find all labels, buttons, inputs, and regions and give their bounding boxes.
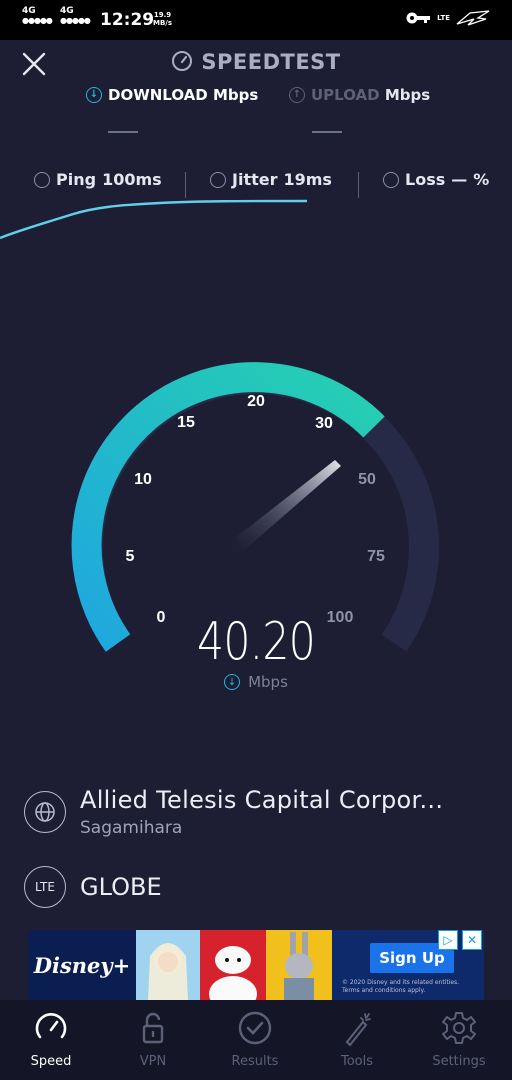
nav-item-speed[interactable]: Speed — [0, 1000, 102, 1080]
speed-icon — [35, 1013, 67, 1039]
lte-badge-text: LTE — [35, 880, 55, 894]
signal-indicator-2: 4G ●●●●● — [60, 6, 91, 26]
check-icon — [238, 1011, 272, 1045]
gauge-needle — [235, 460, 341, 552]
download-unit: Mbps — [212, 86, 259, 104]
speedometer-icon — [172, 51, 193, 71]
gear-icon — [442, 1012, 476, 1044]
jitter-icon — [210, 171, 226, 188]
adchoices-icon[interactable]: ▷ — [438, 930, 458, 950]
gauge-tick-label: 30 — [315, 415, 333, 432]
download-value-placeholder — [108, 131, 138, 133]
gauge-tick-label: 50 — [358, 471, 376, 488]
globe-icon[interactable] — [24, 791, 66, 833]
network-speed: 19.9 MB/s — [153, 11, 172, 27]
upload-label: UPLOAD — [311, 86, 380, 104]
signal-dots-icon: ●●●●● — [22, 16, 53, 25]
rog-logo-icon — [456, 10, 490, 26]
server-provider[interactable]: Allied Telesis Capital Corpor... — [80, 786, 443, 814]
download-arrow-icon: ↓ — [224, 674, 241, 690]
jitter-label: Jitter — [232, 170, 278, 189]
gauge-tick-label: 75 — [367, 548, 385, 565]
disney-plus-logo: Disney+ — [28, 930, 136, 1000]
network-speed-value: 19.9 — [153, 11, 172, 19]
nav-item-label: Results — [231, 1054, 279, 1069]
speed-unit: ↓ Mbps — [0, 673, 512, 691]
gauge-tick-label: 5 — [126, 548, 135, 565]
ad-close-icon[interactable]: ✕ — [462, 930, 482, 950]
ping-value: 100ms — [102, 170, 162, 189]
ad-fine-print: © 2020 Disney and its related entities. … — [342, 979, 459, 995]
lte-indicator: LTE — [437, 14, 450, 22]
loss-icon — [383, 171, 399, 188]
signal-dots-icon: ●●●●● — [60, 16, 91, 25]
status-icons: LTE — [405, 10, 490, 26]
nav-item-vpn[interactable]: VPN — [102, 1000, 204, 1080]
clock: 12:29 — [100, 10, 155, 30]
wand-icon — [345, 1013, 371, 1046]
ad-character-image — [136, 930, 200, 1000]
lte-badge-icon: LTE — [24, 866, 66, 908]
carrier-name: GLOBE — [80, 873, 162, 901]
ping-icon — [34, 171, 50, 188]
ad-fine-print-line: © 2020 Disney and its related entities. — [342, 979, 460, 986]
nav-item-results[interactable]: Results — [204, 1000, 306, 1080]
nav-item-label: Speed — [30, 1054, 72, 1069]
upload-header: ↑ UPLOAD Mbps — [289, 86, 430, 104]
bottom-navigation: Speed VPN Results Tools Settings — [0, 1000, 512, 1080]
ad-character-image — [266, 930, 332, 1000]
upload-unit: Mbps — [384, 86, 431, 104]
jitter-stat: Jitter 19ms — [210, 170, 332, 189]
gauge-tick-label: 10 — [134, 471, 152, 488]
speed-graph — [0, 199, 308, 240]
loss-label: Loss — [405, 170, 446, 189]
ping-stat: Ping 100ms — [34, 170, 162, 189]
nav-item-label: Settings — [432, 1054, 486, 1069]
ad-character-image — [200, 930, 266, 1000]
nav-item-tools[interactable]: Tools — [306, 1000, 408, 1080]
app-title-text: SPEEDTEST — [201, 50, 341, 74]
upload-value-placeholder — [312, 131, 342, 133]
gauge-tick-label: 15 — [177, 414, 195, 431]
network-type-1: 4G — [22, 6, 36, 16]
server-location: Sagamihara — [80, 818, 183, 838]
ad-banner[interactable]: Disney+ Sign Up © 2020 Disney and its re… — [28, 930, 484, 1000]
speed-unit-label: Mbps — [248, 673, 288, 691]
download-label: DOWNLOAD — [108, 86, 208, 104]
signal-indicator-1: 4G ●●●●● — [22, 6, 53, 26]
network-speed-unit: MB/s — [153, 19, 173, 27]
latency-stats: Ping 100ms Jitter 19ms Loss — % — [0, 170, 512, 198]
gauge-tick-label: 20 — [247, 393, 265, 410]
lock-icon — [142, 1012, 164, 1044]
speed-reading: 40.20 — [197, 612, 316, 672]
download-header: ↓ DOWNLOAD Mbps — [86, 86, 258, 104]
upload-arrow-icon: ↑ — [289, 87, 305, 103]
loss-unit: % — [473, 170, 490, 189]
nav-item-label: VPN — [139, 1054, 167, 1069]
speed-graph-line — [0, 199, 308, 240]
key-icon — [406, 12, 431, 24]
jitter-value: 19ms — [283, 170, 332, 189]
download-arrow-icon: ↓ — [86, 87, 102, 103]
loss-value: — — [451, 170, 468, 189]
status-bar: 4G ●●●●● 4G ●●●●● 12:29 19.9 MB/s LTE — [0, 0, 512, 40]
loss-stat: Loss — % — [383, 170, 489, 189]
app-title: SPEEDTEST — [0, 50, 512, 74]
nav-item-label: Tools — [340, 1054, 374, 1069]
ad-fine-print-line: Terms and conditions apply. — [342, 987, 426, 994]
nav-item-settings[interactable]: Settings — [408, 1000, 510, 1080]
ping-label: Ping — [56, 170, 97, 189]
network-type-2: 4G — [60, 6, 74, 16]
